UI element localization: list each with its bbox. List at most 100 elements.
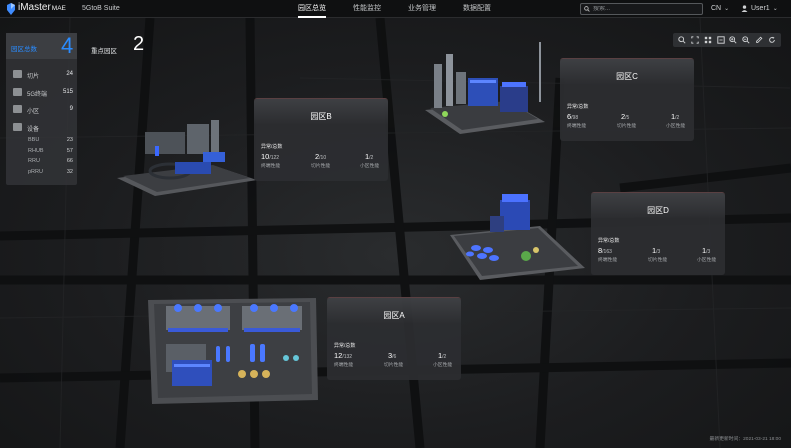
zone-stat-cell: 1/2 [365,152,373,161]
device-row-rhub: RHUB 57 [28,148,73,156]
brand: iMasterMAE [18,2,66,13]
device-value: 23 [66,137,73,143]
device-value: 57 [66,148,73,154]
building-zone-b[interactable] [115,116,260,201]
device-icon [13,123,22,131]
zone-stat-slice: 2/5 [621,112,629,121]
tab-service-management[interactable]: 业务管理 [408,0,436,18]
stat-label: 小区性能 [666,124,686,129]
stat-total: /163 [602,249,612,255]
device-row-prru: pRRU 32 [28,169,73,177]
device-row-rru: RRU 66 [28,158,73,166]
stat-total: /132 [342,354,353,360]
grid-icon[interactable] [703,36,712,45]
stat-total: /122 [269,155,280,161]
zone-stat-terminal: 8/163 [598,246,612,255]
building-zone-c[interactable] [420,42,550,142]
summary-row-label: 设备 [27,127,40,133]
zone-card-a[interactable]: 园区A 异常/总数 12/132 终端性能 3/6 切片性能 1/2 小区性能 [327,297,461,380]
zone-subtitle: 异常/总数 [567,104,589,110]
user-icon [741,5,748,12]
search-icon [584,6,590,12]
zone-stat-terminal: 6/98 [567,112,578,121]
stat-label: 小区性能 [697,258,717,263]
zone-stat-cell: 1/2 [671,112,679,121]
stat-label: 终端性能 [567,124,587,129]
edit-icon[interactable] [754,36,763,45]
stat-label: 终端性能 [598,258,618,263]
zone-subtitle: 异常/总数 [598,238,620,244]
zone-title: 园区C [616,72,638,81]
zone-card-d[interactable]: 园区D 异常/总数 8/163 终端性能 1/3 切片性能 1/3 小区性能 [591,192,725,275]
search-box[interactable] [580,3,703,15]
stat-label: 终端性能 [334,363,354,368]
slice-icon [13,70,22,78]
building-zone-d[interactable] [440,190,590,290]
key-zone-count: 2 [133,33,145,55]
zone-title: 园区B [310,112,332,121]
summary-row-value: 515 [62,89,73,95]
tab-performance-monitor[interactable]: 性能监控 [353,0,381,18]
zone-total-label: 园区总数 [11,46,37,53]
zoom-in-icon[interactable] [729,36,738,45]
tab-data-config[interactable]: 数据配置 [463,0,491,18]
search-icon[interactable] [678,36,687,45]
zone-title: 园区D [647,206,669,215]
zone-stat-cell: 1/3 [702,246,710,255]
stat-total: /3 [656,249,661,255]
stat-label: 小区性能 [433,363,453,368]
zone-stat-terminal: 12/132 [334,351,352,360]
stat-label: 切片性能 [617,124,637,129]
stat-total: /2 [442,354,447,360]
summary-panel: 园区总数 4 切片 24 5G终端 515 小区 9 设备 BBU 23 RHU… [6,33,77,185]
zone-stat-slice: 3/6 [388,351,396,360]
stat-total: /2 [675,115,680,121]
language-label: CN [711,5,722,12]
fit-icon[interactable] [691,36,700,45]
device-label: pRRU [28,169,43,175]
refresh-icon[interactable] [767,36,776,45]
summary-row-label: 小区 [27,109,40,115]
summary-row-cells: 小区 9 [11,105,73,115]
summary-row-terminals: 5G终端 515 [11,88,73,98]
device-row-bbu: BBU 23 [28,137,73,145]
zone-card-b[interactable]: 园区B 异常/总数 10/122 终端性能 2/10 切片性能 1/2 小区性能 [254,98,388,181]
stat-total: /6 [392,354,397,360]
summary-row-value: 9 [69,106,73,112]
zone-title: 园区A [383,311,405,320]
search-input[interactable] [593,6,698,12]
stat-total: /5 [625,115,630,121]
expand-icon[interactable] [716,36,725,45]
brand-sub: MAE [51,5,66,12]
summary-row-slices: 切片 24 [11,70,73,80]
device-value: 66 [66,158,73,164]
zoom-out-icon[interactable] [742,36,751,45]
summary-row-value: 24 [66,71,73,77]
summary-row-devices: 设备 [11,123,73,133]
zone-stat-slice: 1/3 [652,246,660,255]
zone-stat-cell: 1/2 [438,351,446,360]
stat-label: 终端性能 [261,164,281,169]
device-value: 32 [66,169,73,175]
stat-total: /3 [706,249,711,255]
brand-main: iMaster [18,2,51,13]
zone-subtitle: 异常/总数 [334,343,356,349]
language-select[interactable]: CN ⌄ [711,5,729,12]
last-update-time: 最新更新时间：2021-03-21 18:00 [709,437,781,442]
top-bar: iMasterMAE 5GtoB Suite 园区总览 性能监控 业务管理 数据… [0,0,791,18]
user-name: User1 [751,5,770,12]
building-zone-a[interactable] [146,288,321,406]
user-menu[interactable]: User1 ⌄ [741,5,778,12]
cell-icon [13,105,22,113]
stat-total: /2 [369,155,374,161]
zone-card-c[interactable]: 园区C 异常/总数 6/98 终端性能 2/5 切片性能 1/2 小区性能 [560,58,694,141]
device-label: BBU [28,137,40,143]
suite-name: 5GtoB Suite [82,5,120,12]
stat-label: 小区性能 [360,164,380,169]
tab-campus-overview[interactable]: 园区总览 [298,0,326,18]
summary-row-label: 5G终端 [27,92,48,98]
device-label: RRU [28,158,40,164]
zone-total-header: 园区总数 4 [6,33,77,59]
stat-label: 切片性能 [384,363,404,368]
stat-label: 切片性能 [311,164,331,169]
